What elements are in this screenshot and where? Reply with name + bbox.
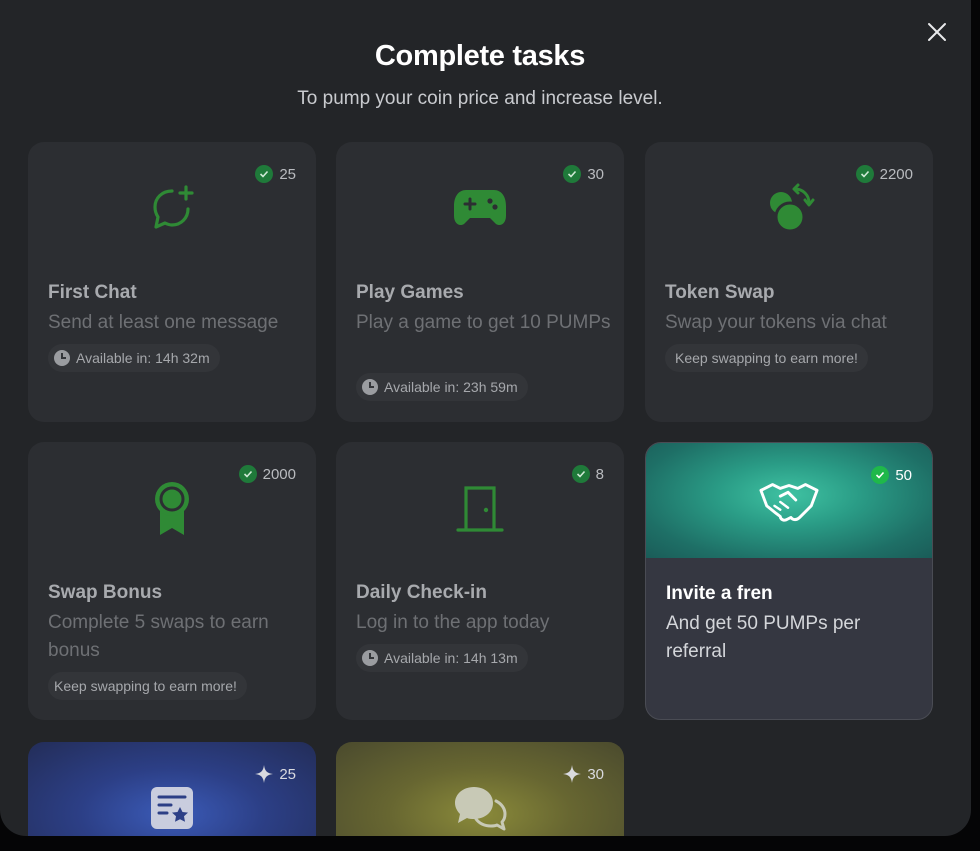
task-reward: 50: [871, 466, 912, 484]
task-description: Log in to the app today: [356, 612, 550, 633]
handshake-icon: [759, 471, 819, 531]
task-card-invite-fren[interactable]: 50 Invite a fren And get 50 PUMPs per re…: [645, 442, 933, 720]
clock-icon: [54, 350, 70, 366]
availability-pill: Available in: 23h 59m: [356, 373, 528, 401]
info-pill: Keep swapping to earn more!: [665, 344, 868, 372]
task-title: First Chat: [48, 282, 137, 303]
task-card-chat[interactable]: 30: [336, 742, 624, 836]
chat-bubbles-icon: [450, 778, 510, 836]
modal-subtitle: To pump your coin price and increase lev…: [297, 88, 663, 109]
award-ribbon-icon: [142, 478, 202, 538]
tasks-modal: Complete tasks To pump your coin price a…: [0, 0, 971, 836]
task-description: And get 50 PUMPs per referral: [666, 613, 861, 662]
gamepad-icon: [450, 178, 510, 238]
info-pill: Keep swapping to earn more!: [48, 672, 247, 700]
reward-value: 8: [595, 465, 604, 483]
task-reward: 2000: [238, 465, 296, 483]
door-icon: [450, 478, 510, 538]
pill-text: Keep swapping to earn more!: [675, 350, 858, 366]
task-reward: 25: [255, 765, 296, 783]
availability-pill: Available in: 14h 32m: [48, 344, 220, 372]
task-card-review[interactable]: 25: [28, 742, 316, 836]
reward-value: 30: [587, 165, 604, 183]
pill-text: Available in: 14h 13m: [384, 650, 518, 666]
task-reward: 30: [563, 165, 604, 183]
task-description: Send at least one message: [48, 312, 279, 333]
task-reward: 8: [571, 465, 604, 483]
check-circle-icon: [255, 165, 274, 183]
check-circle-icon: [571, 465, 590, 483]
task-description: Play a game to get 10 PUMPs: [356, 312, 611, 333]
sparkle-icon: [255, 765, 274, 783]
task-title: Play Games: [356, 282, 464, 303]
clock-icon: [362, 650, 378, 666]
task-reward: 30: [563, 765, 604, 783]
task-card-token-swap[interactable]: 2200 Token Swap Swap your tokens via cha…: [645, 142, 933, 422]
reward-value: 2200: [879, 165, 913, 183]
reward-value: 30: [587, 765, 604, 783]
check-circle-icon: [855, 165, 874, 183]
task-card-first-chat[interactable]: 25 First Chat Send at least one message …: [28, 142, 316, 422]
task-description: Complete 5 swaps to earn bonus: [48, 612, 269, 661]
chat-add-icon: [142, 178, 202, 238]
reward-value: 25: [279, 165, 296, 183]
check-circle-icon: [871, 466, 890, 484]
reward-value: 50: [895, 466, 912, 484]
task-title: Token Swap: [665, 282, 775, 303]
reward-value: 2000: [262, 465, 296, 483]
swap-coins-icon: [759, 178, 819, 238]
pill-text: Available in: 23h 59m: [384, 379, 518, 395]
pill-text: Keep swapping to earn more!: [54, 678, 237, 694]
task-card-play-games[interactable]: 30 Play Games Play a game to get 10 PUMP…: [336, 142, 624, 422]
check-circle-icon: [238, 465, 257, 483]
task-title: Invite a fren: [666, 583, 773, 604]
reward-value: 25: [279, 765, 296, 783]
task-card-daily-check-in[interactable]: 8 Daily Check-in Log in to the app today…: [336, 442, 624, 720]
pill-text: Available in: 14h 32m: [76, 350, 210, 366]
review-star-icon: [142, 778, 202, 836]
task-title: Swap Bonus: [48, 582, 163, 603]
task-reward: 2200: [855, 165, 913, 183]
task-card-swap-bonus[interactable]: 2000 Swap Bonus Complete 5 swaps to earn…: [28, 442, 316, 720]
task-title: Daily Check-in: [356, 582, 487, 603]
task-description: Swap your tokens via chat: [665, 312, 887, 333]
modal-title: Complete tasks: [374, 40, 586, 72]
check-circle-icon: [563, 165, 582, 183]
availability-pill: Available in: 14h 13m: [356, 644, 528, 672]
clock-icon: [362, 379, 378, 395]
sparkle-icon: [563, 765, 582, 783]
task-reward: 25: [255, 165, 296, 183]
